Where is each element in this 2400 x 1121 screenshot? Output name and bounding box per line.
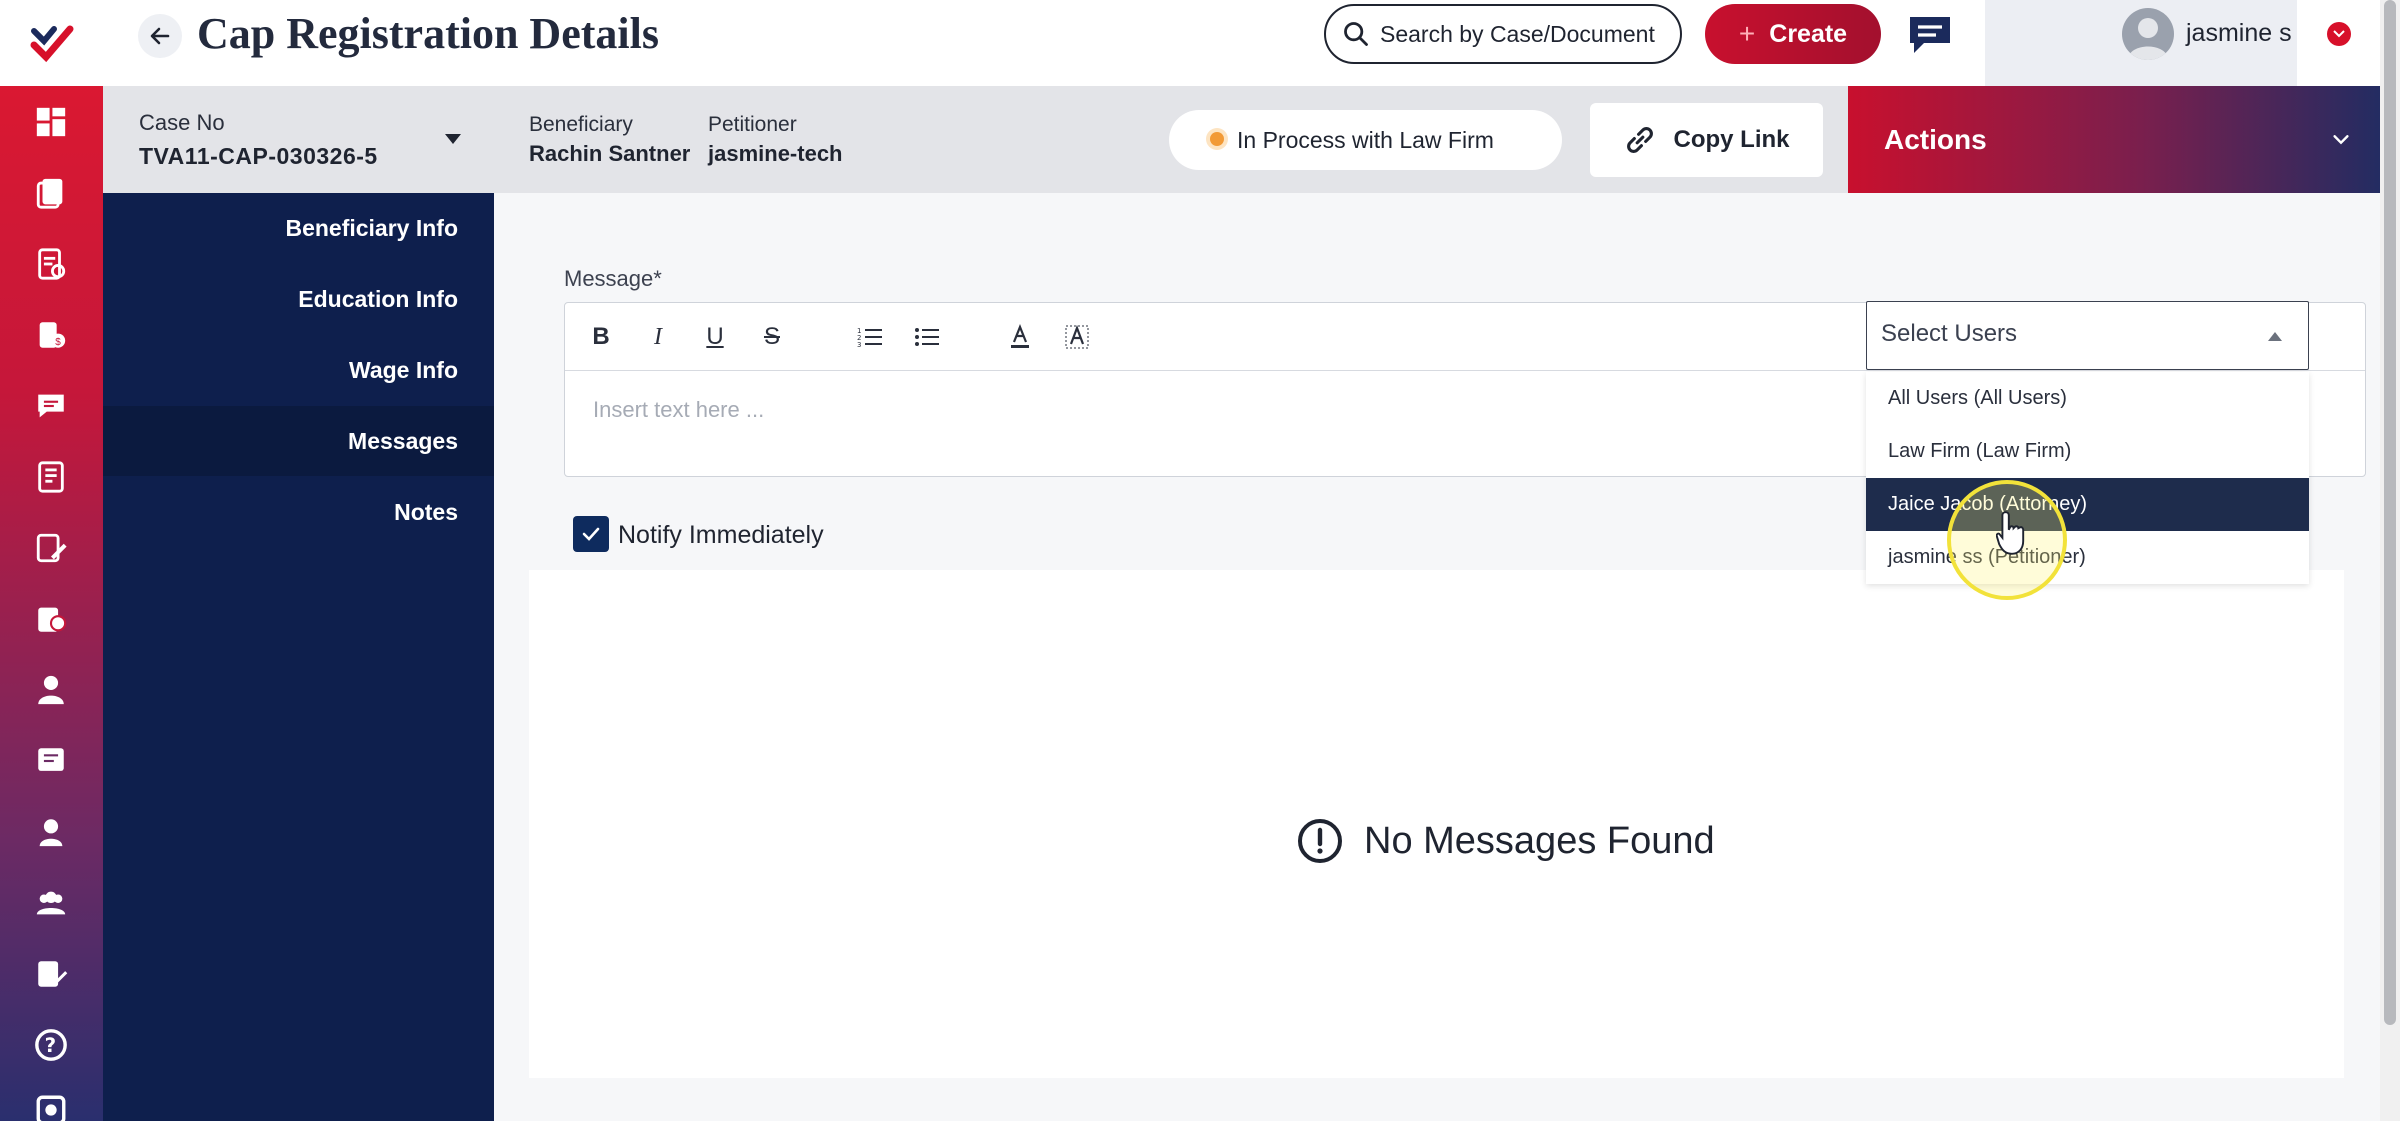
editor-placeholder[interactable]: Insert text here ... (593, 397, 764, 423)
profile-icon[interactable] (26, 807, 76, 857)
case-no-label: Case No (139, 110, 225, 135)
reports-icon[interactable] (26, 452, 76, 502)
option-attorney[interactable]: Jaice Jacob (Attorney) (1866, 478, 2309, 531)
notify-checkbox[interactable] (573, 516, 609, 552)
petitioner-label: Petitioner (708, 113, 797, 136)
nav-item-notes[interactable]: Notes (103, 477, 494, 547)
nav-item-beneficiary-info[interactable]: Beneficiary Info (103, 193, 494, 263)
case-header: Case No TVA11-CAP-030326-5 Beneficiary R… (103, 86, 2380, 193)
option-all-users[interactable]: All Users (All Users) (1866, 372, 2309, 425)
actions-label: Actions (1884, 124, 1987, 155)
chevron-down-icon (2333, 135, 2349, 145)
petitioner-value: jasmine-tech (708, 141, 843, 166)
ordered-list-icon: 123 (857, 327, 882, 349)
empty-state: No Messages Found (1296, 817, 1715, 865)
page-scrollbar[interactable] (2380, 0, 2400, 1121)
task-icon[interactable] (26, 949, 76, 999)
hand-cursor-icon (1996, 511, 2025, 555)
underline-button[interactable]: U (695, 315, 735, 359)
clear-format-icon (1065, 324, 1089, 349)
chat-bubble-icon (1910, 17, 1950, 53)
bullet-list-button[interactable] (907, 315, 947, 359)
nav-item-wage-info[interactable]: Wage Info (103, 335, 494, 405)
font-color-button[interactable] (1000, 315, 1040, 359)
section-nav: Beneficiary Info Education Info Wage Inf… (103, 193, 494, 1121)
status-text: In Process with Law Firm (1237, 126, 1494, 153)
svg-text:3: 3 (857, 341, 861, 349)
documents-icon[interactable] (26, 168, 76, 218)
user-menu[interactable]: jasmine s (1985, 0, 2297, 86)
notes-icon[interactable] (26, 736, 76, 786)
case-dropdown-caret-icon[interactable] (445, 134, 461, 144)
user-icon[interactable] (26, 665, 76, 715)
forms-icon[interactable] (26, 239, 76, 289)
help-icon[interactable]: ? (26, 1020, 76, 1070)
logo-icon (30, 25, 73, 63)
app-root: $ ? Cap Registration Details Search by C… (0, 0, 2400, 1121)
bullet-list-icon (915, 328, 939, 346)
beneficiary-label: Beneficiary (529, 113, 633, 136)
page-title: Cap Registration Details (197, 9, 659, 58)
clear-format-button[interactable] (1057, 315, 1097, 359)
nav-item-education-info[interactable]: Education Info (103, 264, 494, 334)
scrollbar-thumb[interactable] (2384, 0, 2396, 1025)
option-law-firm[interactable]: Law Firm (Law Firm) (1866, 425, 2309, 478)
copy-link-button[interactable]: Copy Link (1590, 103, 1823, 177)
checkmark-icon (582, 527, 600, 541)
alert-circle-icon (1298, 819, 1342, 863)
case-no-value: TVA11-CAP-030326-5 (139, 143, 378, 169)
dashboard-icon[interactable] (26, 97, 76, 147)
select-users-dropdown[interactable] (1866, 301, 2309, 370)
option-petitioner[interactable]: jasmine ss (Petitioner) (1866, 531, 2309, 584)
certificate-icon[interactable] (26, 594, 76, 644)
messages-list-panel: No Messages Found (529, 570, 2344, 1078)
create-label: Create (1769, 19, 1848, 48)
user-menu-chevron-icon[interactable] (2327, 22, 2351, 46)
team-icon[interactable] (26, 878, 76, 928)
icon-rail: $ ? (0, 0, 103, 1121)
search-input[interactable] (1380, 20, 1670, 48)
search-icon (1344, 22, 1368, 46)
select-users-input[interactable] (1881, 320, 2241, 348)
italic-button[interactable]: I (638, 315, 678, 359)
avatar (2122, 8, 2174, 60)
select-users-options: All Users (All Users) Law Firm (Law Firm… (1866, 372, 2309, 584)
plus-icon: + (1738, 18, 1756, 49)
cases-icon[interactable]: $ (26, 310, 76, 360)
empty-message-text: No Messages Found (1364, 819, 1715, 862)
message-label: Message* (564, 266, 662, 291)
font-color-icon (1011, 324, 1029, 348)
nav-item-messages[interactable]: Messages (103, 406, 494, 476)
notify-label[interactable]: Notify Immediately (618, 521, 824, 550)
svg-text:$: $ (55, 337, 61, 348)
strikethrough-button[interactable]: S (752, 315, 792, 359)
back-button[interactable] (138, 14, 182, 58)
arrow-left-icon (150, 27, 170, 45)
settings-icon[interactable] (26, 1085, 76, 1121)
ordered-list-button[interactable]: 123 (850, 315, 890, 359)
create-button[interactable]: + Create (1705, 4, 1881, 64)
status-dot-icon (1210, 132, 1224, 146)
edit-icon[interactable] (26, 523, 76, 573)
actions-dropdown[interactable]: Actions (1848, 86, 2380, 193)
caret-up-icon[interactable] (2268, 332, 2282, 341)
beneficiary-value: Rachin Santner (529, 141, 691, 166)
search-box[interactable] (1324, 4, 1682, 64)
chat-icon[interactable] (26, 381, 76, 431)
app-logo[interactable] (0, 0, 103, 86)
status-badge: In Process with Law Firm (1169, 110, 1562, 170)
bold-button[interactable]: B (581, 315, 621, 359)
messages-button[interactable] (1905, 10, 1955, 60)
svg-text:?: ? (45, 1034, 57, 1057)
user-name: jasmine s (2186, 19, 2292, 47)
link-icon (1627, 127, 1654, 153)
copy-link-label: Copy Link (1673, 126, 1790, 153)
